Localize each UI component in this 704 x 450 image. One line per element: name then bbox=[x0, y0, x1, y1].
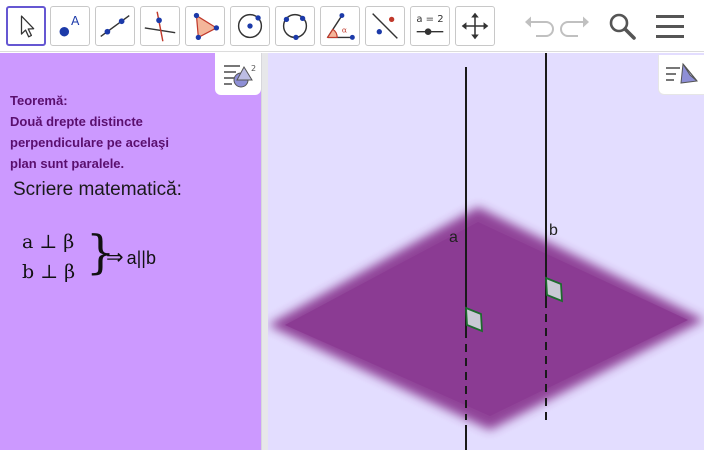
circle-through-points-tool-button[interactable] bbox=[275, 6, 315, 46]
3d-scene bbox=[268, 53, 704, 450]
undo-icon bbox=[525, 16, 554, 37]
perpendicular-line-tool-button[interactable] bbox=[140, 6, 180, 46]
implication: ⇒ a||b bbox=[106, 245, 156, 270]
theorem-text: Teoremă: Două drepte distincte perpendic… bbox=[10, 90, 240, 174]
perpendicular-line-icon bbox=[144, 11, 176, 42]
point-tool-button[interactable]: A bbox=[50, 6, 90, 46]
line-b-label: b bbox=[549, 222, 558, 239]
circle-center-point-icon bbox=[237, 13, 263, 39]
svg-text:A: A bbox=[71, 14, 80, 28]
main-menu-button[interactable] bbox=[652, 8, 688, 44]
theorem-title: Teoremă: bbox=[10, 93, 68, 108]
implies-symbol: ⇒ bbox=[106, 246, 124, 269]
reflect-about-line-icon bbox=[372, 13, 398, 39]
panel-resize-handle[interactable] bbox=[261, 53, 268, 450]
svg-text:α: α bbox=[342, 26, 347, 35]
redo-icon bbox=[560, 16, 589, 37]
math-line-a-perp-beta: a ⊥ β bbox=[22, 231, 75, 253]
toolbar: A α a = 2 bbox=[0, 0, 704, 52]
algebra-style-bar-toggle[interactable]: 2 bbox=[215, 53, 261, 95]
math-line-b-perp-beta: b ⊥ β bbox=[22, 261, 76, 283]
arrow-cursor-icon bbox=[20, 15, 35, 38]
graphics-3d-style-icon bbox=[666, 62, 698, 84]
hamburger-menu-icon bbox=[656, 15, 684, 38]
line-icon bbox=[100, 14, 130, 38]
slider-icon bbox=[416, 28, 444, 36]
circle-three-points-icon bbox=[282, 13, 308, 41]
theorem-line-2: perpendiculare pe acelaşi bbox=[10, 135, 169, 150]
angle-tool-button[interactable]: α bbox=[320, 6, 360, 46]
line-tool-button[interactable] bbox=[95, 6, 135, 46]
graphics-style-bar-toggle[interactable] bbox=[658, 55, 704, 95]
algebra-style-icon: 2 bbox=[224, 64, 256, 88]
parallel-result: a||b bbox=[126, 248, 156, 268]
circle-tool-button[interactable] bbox=[230, 6, 270, 46]
theorem-line-3: plan sunt paralele. bbox=[10, 156, 125, 171]
graphics-3d-view[interactable]: a b bbox=[268, 53, 704, 450]
move-graphics-view-tool-button[interactable] bbox=[455, 6, 495, 46]
theorem-line-1: Două drepte distincte bbox=[10, 114, 143, 129]
polygon-tool-button[interactable] bbox=[185, 6, 225, 46]
point-icon: A bbox=[59, 14, 80, 37]
move-arrows-icon bbox=[461, 12, 489, 40]
slider-tool-button[interactable]: a = 2 bbox=[410, 6, 450, 46]
svg-text:2: 2 bbox=[251, 64, 256, 73]
move-tool-button[interactable] bbox=[6, 6, 46, 46]
math-notation-heading: Scriere matematică: bbox=[13, 179, 182, 200]
reflect-tool-button[interactable] bbox=[365, 6, 405, 46]
search-button[interactable] bbox=[604, 8, 640, 44]
redo-button[interactable] bbox=[558, 8, 594, 44]
undo-button[interactable] bbox=[520, 8, 556, 44]
algebra-view: 2 Teoremă: Două drepte distincte perpend… bbox=[0, 53, 261, 450]
polygon-icon bbox=[193, 12, 220, 41]
angle-icon: α bbox=[326, 13, 355, 40]
line-a-label: a bbox=[449, 229, 458, 246]
search-icon bbox=[609, 13, 636, 40]
